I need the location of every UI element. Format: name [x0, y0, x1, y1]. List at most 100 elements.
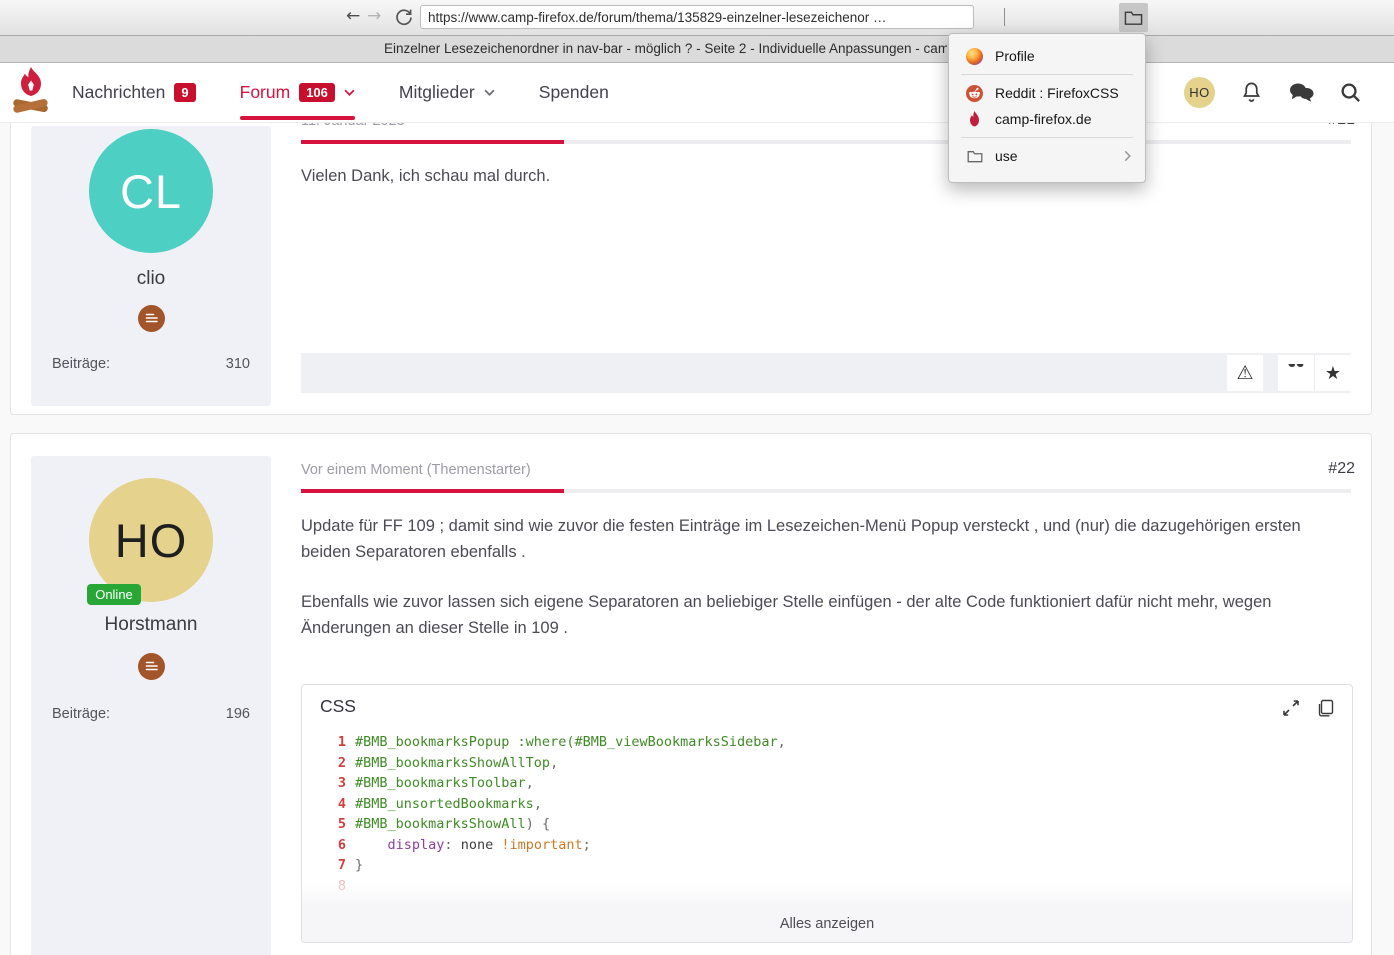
chevron-down-icon — [484, 89, 495, 96]
search-icon[interactable] — [1339, 81, 1362, 104]
navbar-right-icons: HO — [1184, 62, 1362, 122]
menu-item-label: Profile — [995, 48, 1035, 64]
expand-icon — [1282, 699, 1300, 717]
report-button[interactable]: ⚠ — [1227, 355, 1263, 391]
code-lines: 1#BMB_bookmarksPopup :where(#BMB_viewBoo… — [302, 732, 1352, 896]
post-divider — [301, 140, 1351, 144]
window-titlebar: Einzelner Lesezeichenordner in nav-bar -… — [0, 35, 1394, 63]
url-input[interactable] — [420, 5, 974, 29]
nav-item-mitglieder[interactable]: Mitglieder — [399, 62, 495, 122]
firefox-icon — [966, 48, 983, 65]
nav-badge: 106 — [299, 83, 335, 102]
code-line: 7} — [302, 855, 1352, 876]
toolbar-separator — [1004, 8, 1005, 26]
online-badge: Online — [87, 584, 141, 605]
star-icon: ★ — [1325, 363, 1341, 384]
author-posts-badge[interactable] — [138, 305, 165, 332]
code-line: 6 display: none !important; — [302, 835, 1352, 856]
stat-value: 196 — [226, 706, 250, 722]
quote-button[interactable]: “ — [1278, 355, 1314, 391]
quote-icon: “ — [1287, 364, 1306, 382]
post-22: HO Online Horstmann Beiträge: 196 Vor ei… — [10, 433, 1372, 955]
nav-label: Forum — [240, 82, 291, 103]
tab-title: Einzelner Lesezeichenordner in nav-bar -… — [377, 35, 947, 62]
report-warning-icon: ⚠ — [1236, 362, 1253, 384]
code-line: 3#BMB_bookmarksToolbar, — [302, 773, 1352, 794]
forward-button[interactable]: → — [367, 6, 381, 26]
menu-item-profile[interactable]: Profile — [949, 43, 1145, 69]
flame-icon — [966, 111, 983, 128]
refresh-button[interactable] — [394, 7, 414, 27]
back-button[interactable]: ← — [346, 6, 360, 26]
notifications-bell-icon[interactable] — [1240, 80, 1263, 104]
campfire-logo[interactable] — [8, 66, 54, 123]
author-stats: Beiträge: 310 — [52, 356, 250, 372]
post-21: CL clio Beiträge: 310 11. Januar 2023 #2… — [10, 106, 1372, 415]
bookmarks-dropdown-menu: Profile Reddit : FirefoxCSS — [948, 33, 1146, 183]
menu-item-reddit-firefoxcss[interactable]: Reddit : FirefoxCSS — [949, 80, 1145, 106]
post-number[interactable]: #22 — [1328, 460, 1355, 478]
stat-label: Beiträge: — [52, 356, 110, 372]
menu-item-label: use — [995, 148, 1018, 164]
posts-list-icon — [138, 653, 165, 680]
avatar[interactable]: CL — [89, 129, 213, 253]
code-line: 5#BMB_bookmarksShowAll) { — [302, 814, 1352, 835]
copy-code-button[interactable] — [1316, 699, 1334, 722]
stat-value: 310 — [226, 356, 250, 372]
screen: ← → Einzelner Lesezeichenordner in nav-b… — [0, 0, 1394, 955]
author-panel: CL clio Beiträge: 310 — [31, 126, 271, 406]
nav-label: Mitglieder — [399, 82, 475, 103]
nav-item-forum[interactable]: Forum 106 — [240, 62, 355, 122]
folder-icon — [966, 148, 983, 165]
post-paragraph: Vielen Dank, ich schau mal durch. — [301, 164, 1353, 190]
menu-separator — [961, 137, 1133, 138]
submenu-chevron-right-icon — [1124, 150, 1131, 162]
stat-label: Beiträge: — [52, 706, 110, 722]
user-avatar[interactable]: HO — [1184, 77, 1215, 108]
nav-item-nachrichten[interactable]: Nachrichten 9 — [72, 62, 196, 122]
bookmarks-folder-button[interactable] — [1119, 3, 1148, 32]
browser-toolbar: ← → — [0, 0, 1394, 36]
code-line: 1#BMB_bookmarksPopup :where(#BMB_viewBoo… — [302, 732, 1352, 753]
code-block: CSS 1#BMB_bookmarksPopup :where(#BMB_vie… — [301, 684, 1353, 943]
code-language-label: CSS — [320, 696, 356, 717]
menu-item-camp-firefox[interactable]: camp-firefox.de — [949, 106, 1145, 132]
posts-list-icon — [138, 305, 165, 332]
nav-label: Spenden — [539, 82, 609, 103]
nav-item-spenden[interactable]: Spenden — [539, 62, 609, 122]
menu-item-use-folder[interactable]: use — [949, 143, 1145, 169]
post-actions-bar: ⚠ “ ★ — [301, 353, 1351, 393]
post-date[interactable]: Vor einem Moment (Themenstarter) — [301, 462, 531, 478]
author-name[interactable]: clio — [31, 268, 271, 290]
author-panel: HO Online Horstmann Beiträge: 196 — [31, 456, 271, 955]
chevron-down-icon — [344, 89, 355, 96]
menu-separator — [961, 74, 1133, 75]
reddit-icon — [966, 85, 983, 102]
post-paragraph: Ebenfalls wie zuvor lassen sich eigene S… — [301, 590, 1353, 641]
post-paragraph: Update für FF 109 ; damit sind wie zuvor… — [301, 514, 1353, 565]
bookmark-star-button[interactable]: ★ — [1314, 355, 1351, 391]
page-title: Einzelner Lesezeichenordner in nav-bar -… — [384, 41, 947, 56]
conversations-chat-icon[interactable] — [1288, 80, 1314, 104]
menu-item-label: Reddit : FirefoxCSS — [995, 85, 1119, 101]
nav-badge: 9 — [174, 83, 195, 102]
post-divider — [301, 489, 1351, 493]
campfire-logo-icon — [8, 66, 54, 118]
post-body: Update für FF 109 ; damit sind wie zuvor… — [301, 514, 1353, 666]
expand-code-button[interactable] — [1282, 699, 1300, 722]
refresh-icon — [394, 7, 414, 27]
code-line: 4#BMB_unsortedBookmarks, — [302, 794, 1352, 815]
forum-navbar: Nachrichten 9 Forum 106 Mitglieder Spend… — [0, 62, 1394, 123]
author-name[interactable]: Horstmann — [31, 614, 271, 636]
show-all-button[interactable]: Alles anzeigen — [302, 907, 1352, 942]
author-stats: Beiträge: 196 — [52, 706, 250, 722]
nav-label: Nachrichten — [72, 82, 165, 103]
nav-items: Nachrichten 9 Forum 106 Mitglieder Spend… — [72, 62, 609, 122]
copy-icon — [1316, 699, 1334, 717]
code-fade-overlay — [302, 883, 1352, 907]
code-toolbar — [1282, 699, 1334, 722]
code-line: 2#BMB_bookmarksShowAllTop, — [302, 753, 1352, 774]
author-posts-badge[interactable] — [138, 653, 165, 680]
post-body: Vielen Dank, ich schau mal durch. — [301, 164, 1353, 215]
folder-icon — [1124, 10, 1143, 26]
